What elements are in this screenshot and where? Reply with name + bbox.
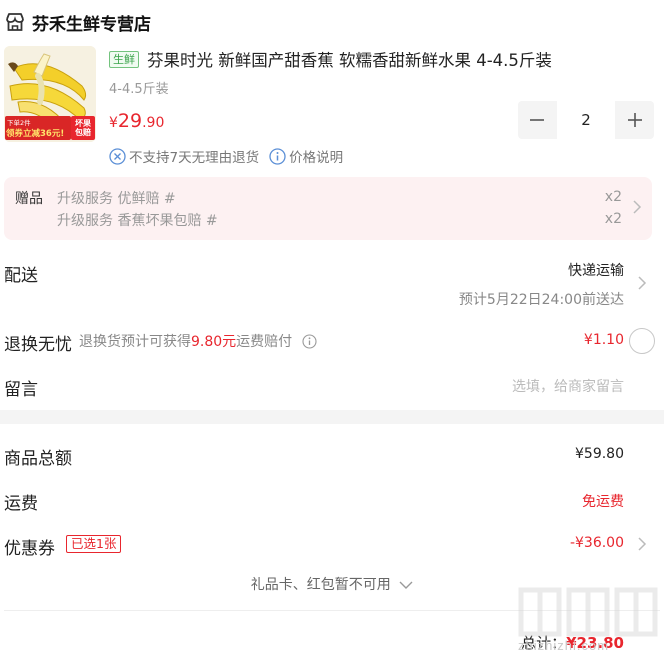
quantity-stepper[interactable]: 2 <box>518 101 654 139</box>
shipping-fee-label: 运费 <box>4 494 38 514</box>
store-header[interactable]: 芬禾生鲜专营店 <box>4 8 151 36</box>
gift-section[interactable]: 赠品 升级服务 优鲜赔 # x2 升级服务 香蕉坏果包赔 # x2 <box>4 177 652 240</box>
info-icon[interactable] <box>302 333 317 349</box>
decrease-button[interactable] <box>518 101 556 139</box>
chevron-right-icon[interactable] <box>637 536 647 552</box>
price-integer: 29 <box>117 110 143 132</box>
plus-icon <box>628 113 642 127</box>
gift-label: 赠品 <box>15 191 43 207</box>
giftcard-note-text: 礼品卡、红包暂不可用 <box>250 577 391 593</box>
thumb-badge-top: 下单2件 <box>7 119 31 127</box>
shipping-fee-value: 免运费 <box>582 494 624 510</box>
chevron-right-icon[interactable] <box>637 275 647 291</box>
no-return-icon <box>109 147 126 165</box>
minus-icon <box>530 119 544 121</box>
fresh-tag: 生鲜 <box>109 51 139 68</box>
delivery-label: 配送 <box>4 266 38 286</box>
return-insurance-label: 退换无忧 <box>4 335 72 355</box>
product-title[interactable]: 芬果时光 新鲜国产甜香蕉 软糯香甜新鲜水果 4-4.5斤装 <box>147 47 552 71</box>
info-icon <box>269 147 286 165</box>
price-decimal: .90 <box>142 115 165 131</box>
return-note-prefix: 退换货预计可获得 <box>79 334 191 350</box>
product-thumbnail[interactable]: 下单2件 领券立减36元! 坏果包赔 <box>4 46 96 142</box>
goods-total-label: 商品总额 <box>4 449 72 469</box>
gift-item-qty: x2 <box>604 189 622 205</box>
goods-total-value: ¥59.80 <box>575 446 624 462</box>
thumb-badge-right: 坏果包赔 <box>75 119 91 137</box>
coupon-label: 优惠券 <box>4 539 55 559</box>
watermark-text: zhizhizhi.com <box>518 638 610 653</box>
thumb-badge-left: 领券立减36元! <box>6 129 65 139</box>
chevron-right-icon <box>633 200 642 214</box>
delivery-eta[interactable]: 预计5月22日24:00前送达 <box>459 289 624 309</box>
gift-item-qty: x2 <box>604 211 622 227</box>
price-currency: ¥ <box>109 115 118 131</box>
gift-item: 升级服务 优鲜赔 # <box>57 191 176 207</box>
return-insurance-checkbox[interactable] <box>629 328 655 354</box>
chevron-down-icon <box>399 581 413 589</box>
return-note-suffix: 运费赔付 <box>236 334 293 350</box>
product-policy: 不支持7天无理由退货 价格说明 <box>109 146 343 166</box>
store-name: 芬禾生鲜专营店 <box>32 14 151 35</box>
message-label: 留言 <box>4 380 38 400</box>
return-note-amount: 9.80元 <box>191 334 237 350</box>
coupon-badge[interactable]: 已选1张 <box>66 535 122 553</box>
return-insurance-note: 退换货预计可获得 9.80元 运费赔付 <box>79 331 317 351</box>
coupon-value[interactable]: -¥36.00 <box>570 535 624 551</box>
delivery-method[interactable]: 快递运输 <box>568 260 624 280</box>
message-input[interactable]: 选填，给商家留言 <box>512 376 624 396</box>
gift-item: 升级服务 香蕉坏果包赔 # <box>57 213 218 229</box>
quantity-input[interactable]: 2 <box>557 101 615 139</box>
increase-button[interactable] <box>616 101 654 139</box>
shop-icon <box>6 13 24 31</box>
product-spec[interactable]: 4-4.5斤装 <box>109 78 169 97</box>
return-insurance-price: ¥1.10 <box>583 332 624 348</box>
policy-price-note[interactable]: 价格说明 <box>289 146 343 166</box>
product-price: ¥29.90 <box>109 110 164 132</box>
policy-no-return[interactable]: 不支持7天无理由退货 <box>129 146 259 166</box>
